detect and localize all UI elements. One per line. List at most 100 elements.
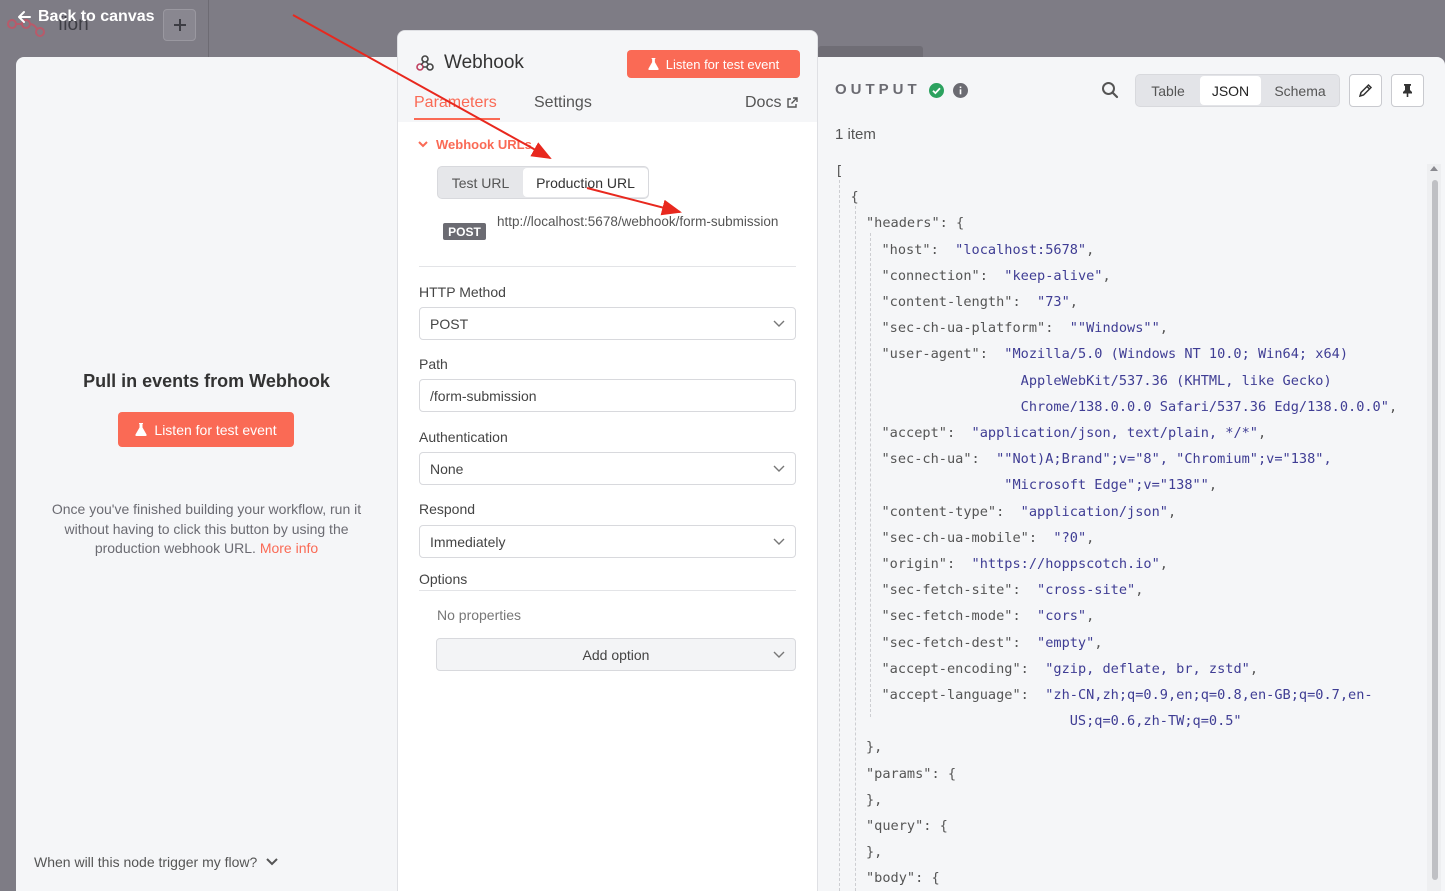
json-line: "user-agent": "Mozilla/5.0 (Windows NT 1… (882, 341, 1349, 367)
json-punctuation: { (850, 189, 859, 206)
add-option-label: Add option (582, 646, 650, 663)
view-tab-table[interactable]: Table (1136, 75, 1200, 106)
json-line: "sec-fetch-mode": "cors", (882, 603, 1095, 629)
tab-parameters[interactable]: Parameters (414, 94, 500, 120)
json-key: "user-agent" (881, 346, 980, 363)
test-url-tab[interactable]: Test URL (438, 167, 523, 198)
add-node-button[interactable] (163, 9, 196, 41)
trigger-question-toggle[interactable]: When will this node trigger my flow? (34, 854, 279, 870)
json-line: "sec-fetch-dest": "empty", (882, 630, 1103, 656)
flask-icon (648, 58, 659, 70)
path-value: /form-submission (430, 387, 537, 404)
json-string-value: "https://hoppscotch.io" (971, 556, 1160, 572)
json-key: "sec-fetch-mode" (881, 608, 1013, 625)
json-punctuation: : (996, 503, 1021, 520)
topbar-divider (208, 0, 209, 57)
json-line: Chrome/138.0.0.0 Safari/537.36 Edg/138.0… (882, 394, 1397, 420)
json-punctuation: : (1045, 320, 1070, 337)
json-string-value: "localhost:5678" (955, 241, 1087, 258)
webhook-urls-toggle[interactable]: Webhook URLs (418, 137, 532, 152)
production-url-tab[interactable]: Production URL (523, 168, 648, 197)
json-line: "params": { (866, 761, 956, 787)
json-key: "sec-fetch-dest" (881, 634, 1013, 651)
json-punctuation: : (979, 346, 1005, 363)
tab-settings[interactable]: Settings (534, 94, 592, 112)
json-punctuation: : { (939, 215, 965, 232)
back-to-canvas-button[interactable]: Back to canvas (16, 8, 155, 26)
authentication-value: None (430, 460, 464, 477)
http-method-select[interactable]: POST (419, 307, 796, 340)
http-method-label: HTTP Method (419, 284, 506, 300)
json-punctuation: , (1086, 608, 1095, 625)
node-settings-header: Webhook Listen for test event Parameters… (398, 31, 817, 122)
json-line: "sec-ch-ua": ""Not)A;Brand";v="8", "Chro… (882, 446, 1332, 472)
json-indent-guide (854, 206, 856, 891)
json-key: "accept" (881, 425, 947, 441)
json-punctuation: : (930, 241, 956, 258)
chevron-down-icon (266, 858, 279, 866)
authentication-select[interactable]: None (419, 452, 796, 485)
json-string-value: "cross-site" (1037, 582, 1136, 599)
more-info-link[interactable]: More info (260, 540, 318, 556)
json-punctuation: [ (835, 163, 844, 179)
path-input[interactable]: /form-submission (419, 379, 796, 412)
edit-output-button[interactable] (1349, 74, 1382, 107)
chevron-down-icon (418, 141, 428, 148)
docs-link[interactable]: Docs (745, 94, 799, 112)
add-option-select[interactable]: Add option (436, 638, 796, 671)
json-punctuation: , (1102, 267, 1111, 284)
json-string-value: "gzip, deflate, br, zstd" (1045, 660, 1250, 677)
json-key: "content-type" (881, 503, 997, 520)
json-line: "host": "localhost:5678", (882, 237, 1095, 263)
options-label: Options (419, 571, 468, 587)
output-panel: OUTPUT Table JSON Schema 1 item [{"heade… (818, 57, 1445, 891)
json-string-value: "keep-alive" (1004, 267, 1103, 284)
json-string-value: "zh-CN,zh;q=0.9,en;q=0.8,en-GB;q=0.7,en- (1045, 687, 1373, 703)
json-line: "Microsoft Edge";v="138"", (882, 472, 1217, 498)
json-punctuation: }, (866, 739, 883, 756)
view-tab-json[interactable]: JSON (1200, 76, 1261, 105)
json-output-view: [{"headers": {"host": "localhost:5678", "… (835, 163, 1425, 891)
json-line: "sec-ch-ua-mobile": "?0", (882, 525, 1095, 551)
json-line: "accept-encoding": "gzip, deflate, br, z… (882, 656, 1259, 682)
header-listen-for-test-event-button[interactable]: Listen for test event (627, 50, 800, 78)
json-line: "body": { (866, 865, 940, 891)
pin-data-button[interactable] (1391, 74, 1424, 107)
json-indent-guide (839, 180, 840, 891)
json-line: "sec-ch-ua-platform": ""Windows"", (882, 315, 1168, 341)
json-string-value: US;q=0.6,zh-TW;q=0.5" (1069, 713, 1242, 730)
trigger-question-label: When will this node trigger my flow? (34, 854, 258, 870)
back-to-canvas-label: Back to canvas (38, 8, 155, 25)
listen-for-test-event-button[interactable]: Listen for test event (118, 412, 294, 447)
webhook-url[interactable]: http://localhost:5678/webhook/form-submi… (497, 211, 787, 232)
output-scrollbar-thumb[interactable] (1432, 180, 1438, 880)
json-string-value: "Mozilla/5.0 (Windows NT 10.0; Win64; x6… (1004, 346, 1349, 363)
input-panel-description: Once you've finished building your workf… (44, 500, 369, 559)
json-punctuation: : (1020, 660, 1046, 677)
respond-select[interactable]: Immediately (419, 525, 796, 558)
info-icon[interactable] (953, 83, 968, 98)
json-punctuation: , (1258, 425, 1267, 441)
output-item-count: 1 item (835, 126, 876, 143)
node-title[interactable]: Webhook (444, 52, 524, 74)
json-string-value: "empty" (1037, 634, 1095, 651)
chevron-down-icon (773, 651, 785, 658)
json-line: "content-type": "application/json", (882, 499, 1177, 525)
json-string-value: AppleWebKit/537.36 (KHTML, like Gecko) (1020, 372, 1332, 389)
json-punctuation: , (1094, 634, 1103, 651)
output-view-switch: Table JSON Schema (1135, 74, 1340, 107)
search-icon[interactable] (1101, 81, 1119, 99)
json-key: "sec-ch-ua-mobile" (881, 529, 1029, 546)
json-punctuation: , (1069, 294, 1078, 310)
respond-label: Respond (419, 501, 476, 517)
json-string-value: "Microsoft Edge";v="138"" (1004, 477, 1209, 494)
json-punctuation: : (979, 267, 1005, 284)
json-line: "sec-fetch-site": "cross-site", (882, 577, 1144, 603)
json-key: "body" (866, 870, 916, 887)
divider (419, 266, 796, 267)
json-string-value: "?0" (1053, 529, 1087, 546)
view-tab-schema[interactable]: Schema (1261, 75, 1339, 106)
scroll-up-arrow-icon[interactable] (1430, 166, 1438, 171)
input-panel: Pull in events from Webhook Listen for t… (16, 57, 397, 891)
json-punctuation: , (1135, 582, 1144, 599)
